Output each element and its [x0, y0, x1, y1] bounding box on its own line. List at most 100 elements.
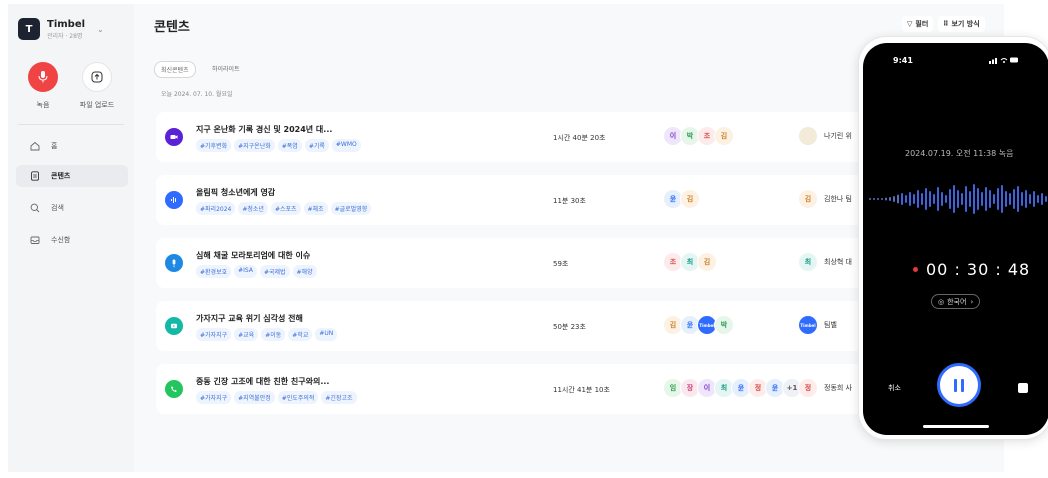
sidebar-item-label: 검색 — [51, 204, 64, 212]
record-label: 녹음 — [36, 101, 50, 109]
waveform-bar — [885, 197, 887, 201]
tag[interactable]: #WMO — [331, 139, 361, 152]
content-title: 중동 긴장 고조에 대한 친한 친구와의... — [196, 377, 330, 386]
waveform-bar — [893, 196, 895, 202]
inbox-icon — [30, 235, 42, 245]
pause-icon-bar — [961, 378, 964, 392]
content-row[interactable]: 올림픽 청소년에게 영감 #파리2024 #청소년 #스포츠 #체조 #글로벌영향 11분 … — [156, 175, 916, 225]
waveform-bar — [981, 192, 983, 206]
duration: 1시간 40분 20초 — [553, 134, 606, 142]
duration: 11분 30초 — [553, 197, 586, 205]
tag[interactable]: #가자지구 — [196, 328, 232, 341]
view-mode-button[interactable]: ⠿ 보기 방식 — [938, 16, 985, 32]
tag[interactable]: #ISA — [234, 265, 257, 278]
waveform-bar — [881, 198, 883, 200]
owner: 김 김한나 팀 — [798, 189, 852, 209]
tag[interactable]: #기후변화 — [196, 139, 232, 152]
owner-avatar: Timbel — [798, 315, 818, 335]
waveform-bar — [901, 193, 903, 205]
duration: 59초 — [553, 260, 569, 268]
record-button[interactable]: 녹음 — [18, 62, 68, 110]
tag[interactable]: #학교 — [288, 328, 313, 341]
tag[interactable]: #기록 — [304, 139, 329, 152]
chevron-down-icon[interactable]: ⌄ — [97, 25, 104, 34]
status-time: 9:41 — [893, 56, 913, 65]
audio-icon — [165, 191, 183, 209]
tag[interactable]: #교육 — [234, 328, 259, 341]
filter-label: 필터 — [915, 20, 929, 28]
recording-timer: 00 : 30 : 48 — [913, 260, 1030, 279]
language-selector[interactable]: ◎ 한국어 › — [931, 294, 981, 309]
filter-button[interactable]: ▽ 필터 — [902, 16, 934, 32]
recording-dot-icon — [913, 267, 918, 272]
owner-name: 김한나 팀 — [824, 195, 852, 203]
tag[interactable]: #가자지구 — [196, 391, 232, 404]
cancel-button[interactable]: 취소 — [888, 383, 901, 393]
tag[interactable]: #국제법 — [259, 265, 290, 278]
content-row[interactable]: 지구 온난화 기록 경신 및 2024년 대... #기후변화 #지구온난화 #폭염 #… — [156, 112, 916, 162]
tag[interactable]: #지구온난화 — [234, 139, 275, 152]
sidebar-item-label: 콘텐츠 — [51, 172, 71, 180]
sidebar: T Timbel 관리자 · 28명 ⌄ 녹음 파일 업로드 홈 콘텐츠 검색 … — [8, 4, 134, 472]
waveform-bar — [973, 184, 975, 214]
tag-list: #파리2024 #청소년 #스포츠 #체조 #글로벌영향 — [196, 202, 374, 215]
tag[interactable]: #지역불안정 — [234, 391, 275, 404]
owner-avatar: 최 — [798, 252, 818, 272]
workspace-switcher[interactable]: T Timbel 관리자 · 28명 ⌄ — [18, 18, 104, 40]
search-icon — [30, 203, 42, 213]
waveform-bar — [1025, 190, 1027, 208]
waveform-bar — [913, 194, 915, 204]
waveform-bar — [1041, 193, 1043, 205]
tag-list: #가자지구 #교육 #이동 #학교 #UN — [196, 328, 340, 341]
participant-avatars: 임 장 이 최 윤 정 윤 +1 — [663, 378, 802, 398]
timer-value: 00 : 30 : 48 — [926, 260, 1031, 279]
waveform-bar — [941, 192, 943, 206]
status-icons — [989, 56, 1019, 66]
waveform-bar — [997, 188, 999, 210]
waveform-bar — [873, 198, 875, 200]
content-row[interactable]: 심해 채굴 모라토리엄에 대한 이슈 #환경보호 #ISA #국제법 #해양 59초 조 최 김… — [156, 238, 916, 288]
sidebar-item-home[interactable]: 홈 — [16, 135, 128, 157]
waveform-bar — [993, 194, 995, 204]
workspace-subtitle: 관리자 · 28명 — [47, 32, 83, 40]
waveform-bar — [969, 191, 971, 207]
waveform-bar — [945, 195, 947, 203]
chip-latest[interactable]: 최신콘텐츠 — [154, 61, 196, 78]
content-title: 가자지구 교육 위기 심각성 전해 — [196, 314, 303, 323]
language-label: 한국어 — [947, 297, 967, 306]
waveform-bar — [933, 194, 935, 204]
phone-icon — [165, 380, 183, 398]
sidebar-item-label: 홈 — [51, 142, 58, 150]
video-play-icon — [165, 317, 183, 335]
tag[interactable]: #환경보호 — [196, 265, 232, 278]
file-upload-button[interactable]: 파일 업로드 — [72, 62, 122, 110]
tag[interactable]: #체조 — [303, 202, 328, 215]
tag[interactable]: #글로벌영향 — [330, 202, 372, 215]
waveform-bar — [917, 190, 919, 208]
sidebar-item-contents[interactable]: 콘텐츠 — [16, 165, 128, 187]
tag[interactable]: #인도주의적 — [277, 391, 319, 404]
tag[interactable]: #파리2024 — [196, 202, 236, 215]
waveform-bar — [929, 191, 931, 207]
page-title: 콘텐츠 — [154, 20, 190, 35]
sidebar-item-inbox[interactable]: 수신함 — [16, 229, 128, 251]
tag[interactable]: #이동 — [261, 328, 286, 341]
stop-button[interactable] — [1018, 383, 1028, 393]
waveform-bar — [949, 189, 951, 209]
tag[interactable]: #청소년 — [238, 202, 268, 215]
chip-highlights[interactable]: 하이라이트 — [206, 61, 246, 76]
waveform-bar — [925, 188, 927, 210]
sidebar-item-search[interactable]: 검색 — [16, 197, 128, 219]
tag[interactable]: #해양 — [292, 265, 317, 278]
tag[interactable]: #스포츠 — [270, 202, 301, 215]
waveform-bar — [869, 198, 871, 200]
content-row[interactable]: 중동 긴장 고조에 대한 친한 친구와의... #가자지구 #지역불안정 #인도주의적… — [156, 364, 916, 414]
tag[interactable]: #폭염 — [277, 139, 302, 152]
tag[interactable]: #UN — [315, 328, 338, 341]
view-mode-label: 보기 방식 — [951, 20, 980, 28]
pause-icon — [954, 378, 957, 392]
tag[interactable]: #긴장고조 — [321, 391, 357, 404]
pause-button[interactable] — [937, 363, 981, 407]
owner-name: 최상혁 대 — [824, 258, 852, 266]
content-row[interactable]: 가자지구 교육 위기 심각성 전해 #가자지구 #교육 #이동 #학교 #UN 50분 23… — [156, 301, 916, 351]
